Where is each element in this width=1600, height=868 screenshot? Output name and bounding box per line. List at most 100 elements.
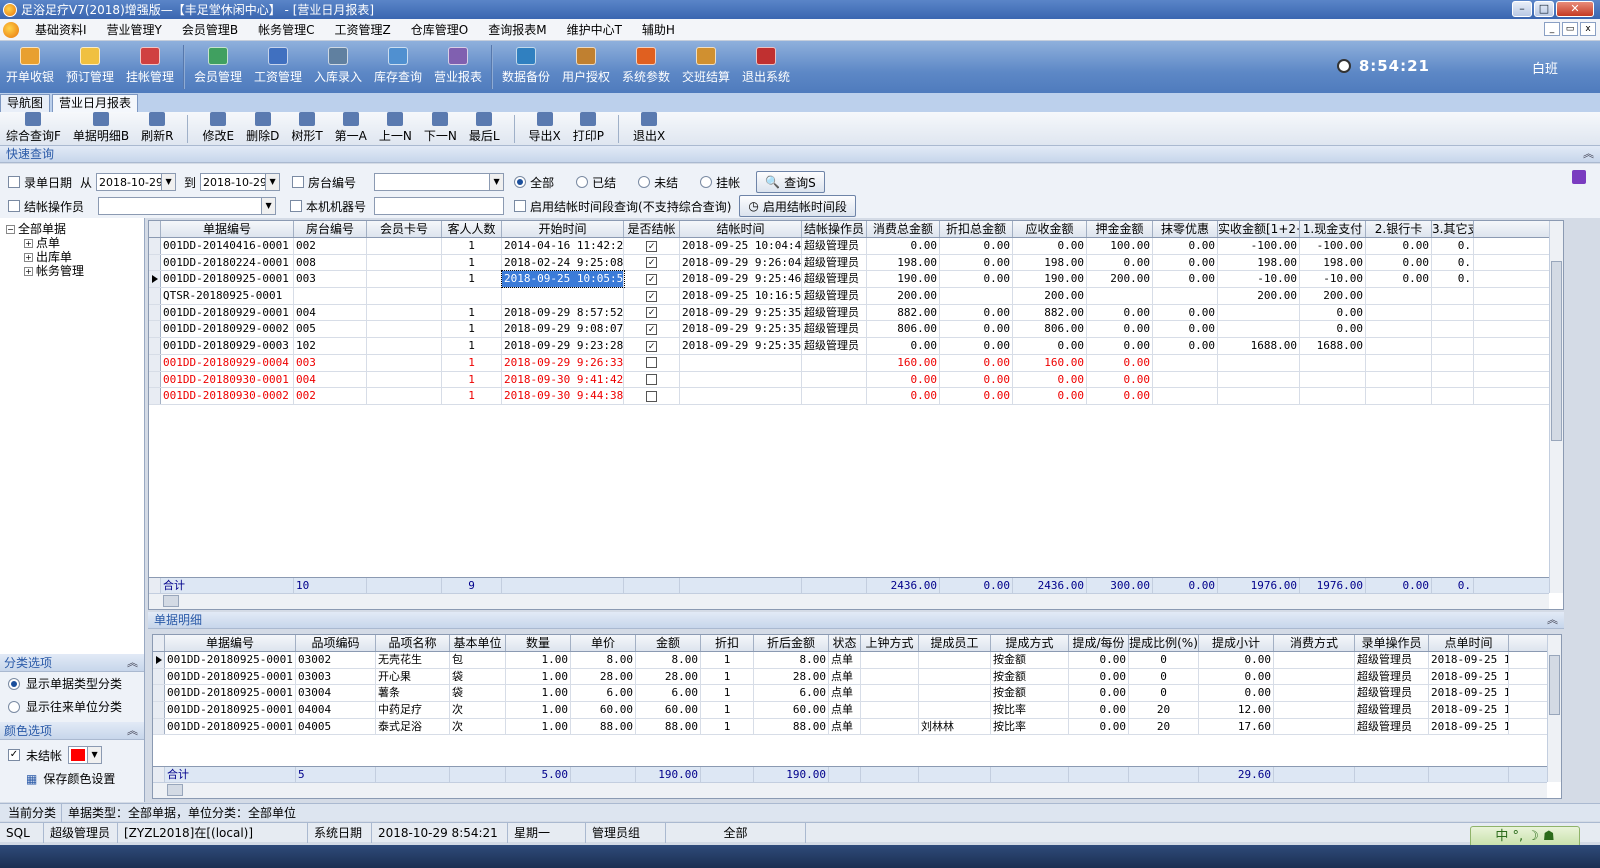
table-cell[interactable]: 袋 bbox=[450, 685, 506, 702]
column-header[interactable]: 提成方式 bbox=[991, 635, 1069, 651]
table-cell[interactable]: 03004 bbox=[296, 685, 376, 702]
main-toolbar-button-4[interactable]: 退出系统 bbox=[736, 41, 796, 93]
table-cell[interactable]: 1 bbox=[701, 652, 754, 668]
table-cell[interactable] bbox=[367, 288, 442, 304]
table-cell[interactable]: 2018-09-30 9:44:38 bbox=[502, 388, 624, 404]
table-row[interactable]: 001DD-20140416-0001 002 1 2014-04-16 11:42:… bbox=[149, 238, 1563, 255]
table-row[interactable]: 001DD-20180930-0001 004 1 2018-09-30 9:41:4… bbox=[149, 371, 1563, 389]
table-row[interactable]: 001DD-20180929-0004 003 1 2018-09-29 9:26:3… bbox=[149, 354, 1563, 372]
column-header[interactable]: 1.现金支付 bbox=[1300, 221, 1366, 237]
query-button[interactable]: 🔍 查询S bbox=[756, 171, 825, 193]
table-cell[interactable]: 刘林林 bbox=[919, 718, 991, 735]
table-cell[interactable]: ✓ bbox=[624, 338, 680, 354]
table-cell[interactable]: 0.00 bbox=[1069, 702, 1129, 718]
table-cell[interactable]: 泰式足浴 bbox=[376, 718, 450, 735]
detail-grid[interactable]: 单据编号 品项编码 品项名称 基本单位 数量 单价 金额 折扣 折后金额 状态 上钟方式 提成员工 提成… bbox=[152, 634, 1562, 799]
menu-account[interactable]: 帐务管理C bbox=[248, 21, 324, 38]
table-cell[interactable]: 超级管理员 bbox=[1355, 685, 1429, 702]
table-cell[interactable]: 次 bbox=[450, 702, 506, 718]
main-toolbar-button-2[interactable]: 入库录入 bbox=[308, 41, 368, 93]
table-cell[interactable]: 次 bbox=[450, 718, 506, 735]
table-cell[interactable]: 点单 bbox=[829, 685, 861, 702]
table-cell[interactable] bbox=[1432, 388, 1474, 404]
main-toolbar-button-1[interactable]: 用户授权 bbox=[556, 41, 616, 93]
table-cell[interactable] bbox=[1153, 388, 1218, 404]
table-cell[interactable]: 17.60 bbox=[1199, 718, 1274, 735]
table-cell[interactable] bbox=[1274, 702, 1355, 718]
table-cell[interactable]: 28.00 bbox=[571, 668, 636, 685]
table-cell[interactable]: ✓ bbox=[624, 238, 680, 254]
table-cell[interactable] bbox=[294, 288, 367, 304]
main-toolbar-button-2[interactable]: 挂帐管理 bbox=[120, 41, 180, 93]
table-cell[interactable] bbox=[367, 321, 442, 338]
table-cell[interactable]: 008 bbox=[294, 254, 367, 271]
table-cell[interactable]: 0.00 bbox=[940, 254, 1013, 271]
table-cell[interactable]: 198.00 bbox=[1013, 254, 1087, 271]
column-header[interactable]: 折扣总金额 bbox=[940, 221, 1013, 237]
mdi-minimize-button[interactable]: _ bbox=[1544, 22, 1560, 36]
main-toolbar-button-0[interactable]: 数据备份 bbox=[496, 41, 556, 93]
table-cell[interactable]: 2018-09-25 10:04:40 bbox=[680, 238, 802, 254]
table-cell[interactable] bbox=[919, 668, 991, 685]
table-cell[interactable] bbox=[1274, 718, 1355, 735]
table-cell[interactable]: 1 bbox=[701, 668, 754, 685]
mdi-close-button[interactable]: x bbox=[1580, 22, 1596, 36]
table-row[interactable]: 001DD-20180929-0002 005 1 2018-09-29 9:08:0… bbox=[149, 321, 1563, 339]
table-cell[interactable]: 1 bbox=[442, 354, 502, 371]
row-indicator[interactable] bbox=[153, 668, 165, 685]
table-cell[interactable]: 0.00 bbox=[1013, 338, 1087, 354]
unsettled-checkbox[interactable]: ✓ bbox=[8, 749, 20, 761]
table-cell[interactable]: 160.00 bbox=[867, 354, 940, 371]
table-cell[interactable]: 0. bbox=[1432, 238, 1474, 254]
table-cell[interactable]: 1 bbox=[701, 718, 754, 735]
column-header[interactable]: 应收金额 bbox=[1013, 221, 1087, 237]
table-cell[interactable]: 无壳花生 bbox=[376, 652, 450, 668]
table-cell[interactable] bbox=[1432, 288, 1474, 304]
table-cell[interactable] bbox=[1274, 652, 1355, 668]
table-cell[interactable]: -100.00 bbox=[1300, 238, 1366, 254]
show-unit-radio[interactable] bbox=[8, 700, 20, 713]
report-toolbar-button-0[interactable]: 导出X bbox=[523, 111, 567, 146]
column-header[interactable]: 上钟方式 bbox=[861, 635, 919, 651]
table-cell[interactable]: 超级管理员 bbox=[1355, 668, 1429, 685]
table-cell[interactable]: ✓ bbox=[624, 304, 680, 321]
column-header[interactable]: 录单操作员 bbox=[1355, 635, 1429, 651]
table-cell[interactable]: 0 bbox=[1129, 668, 1199, 685]
table-cell[interactable]: 0.00 bbox=[1013, 388, 1087, 404]
table-cell[interactable]: 002 bbox=[294, 388, 367, 404]
report-toolbar-button-0[interactable]: 退出X bbox=[627, 111, 671, 146]
table-cell[interactable]: 0.00 bbox=[1087, 388, 1153, 404]
menu-basic[interactable]: 基础资料I bbox=[25, 21, 97, 38]
table-cell[interactable] bbox=[442, 288, 502, 304]
table-cell[interactable] bbox=[919, 685, 991, 702]
table-cell[interactable]: 0.00 bbox=[1013, 238, 1087, 254]
time-range-checkbox[interactable] bbox=[514, 200, 527, 212]
table-row[interactable]: 001DD-20180925-0001 03004 薯条袋 1.00 6.00 6.00 1… bbox=[153, 685, 1561, 703]
to-date-picker[interactable]: 2018-10-29 ▼ bbox=[200, 173, 281, 191]
table-cell[interactable]: QTSR-20180925-0001 bbox=[161, 288, 294, 304]
expand-icon[interactable]: + bbox=[24, 252, 33, 262]
table-cell[interactable]: 0.00 bbox=[1300, 321, 1366, 338]
table-cell[interactable]: 6.00 bbox=[636, 685, 701, 702]
table-cell[interactable]: 0.00 bbox=[1153, 238, 1218, 254]
column-header[interactable]: 状态 bbox=[829, 635, 861, 651]
table-cell[interactable]: 2018-09-25 10:0 bbox=[1429, 668, 1509, 685]
table-cell[interactable]: 1 bbox=[701, 702, 754, 718]
table-cell[interactable]: 0.00 bbox=[940, 238, 1013, 254]
table-cell[interactable] bbox=[1218, 371, 1300, 388]
table-cell[interactable]: 001DD-20180929-0001 bbox=[161, 304, 294, 321]
table-cell[interactable]: 2018-09-29 9:26:04 bbox=[680, 254, 802, 271]
settled-checkbox[interactable]: ✓ bbox=[646, 340, 657, 352]
table-cell[interactable]: 0.00 bbox=[867, 388, 940, 404]
table-cell[interactable]: 001DD-20180925-0001 bbox=[165, 718, 296, 735]
table-cell[interactable] bbox=[1300, 388, 1366, 404]
row-indicator[interactable] bbox=[149, 388, 161, 404]
main-toolbar-button-0[interactable]: 开单收银 bbox=[0, 41, 60, 93]
table-cell[interactable]: 2018-09-29 9:08:07 bbox=[502, 321, 624, 338]
table-cell[interactable]: 190.00 bbox=[867, 271, 940, 288]
table-cell[interactable]: ✓ bbox=[624, 288, 680, 304]
column-header[interactable]: 房台编号 bbox=[294, 221, 367, 237]
main-toolbar-button-3[interactable]: 交班结算 bbox=[676, 41, 736, 93]
table-cell[interactable]: 0.00 bbox=[1153, 254, 1218, 271]
table-cell[interactable] bbox=[1300, 354, 1366, 371]
